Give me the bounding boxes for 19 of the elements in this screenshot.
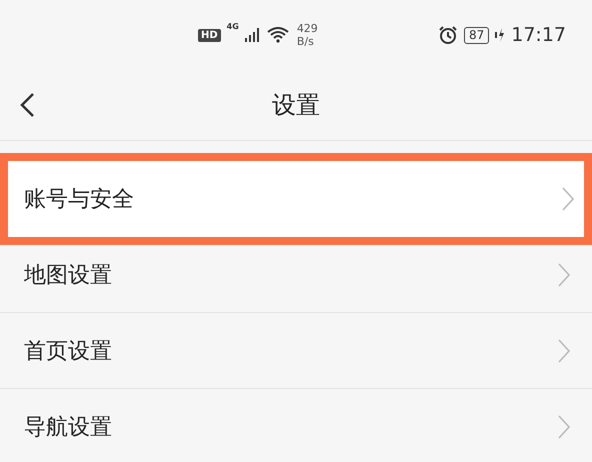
charging-icon [495, 27, 506, 43]
page-title: 设置 [272, 90, 320, 121]
settings-item[interactable]: 首页设置 [0, 313, 592, 389]
chevron-icon [562, 187, 574, 211]
signal-icon [244, 27, 261, 43]
settings-item[interactable]: 账号与安全 [0, 153, 592, 245]
hd-badge: HD [198, 28, 221, 42]
settings-item[interactable]: 地图设置 [0, 237, 592, 313]
wifi-icon [266, 27, 289, 43]
battery-level: 87 [464, 26, 490, 44]
speed-value: 429 [296, 22, 318, 35]
chevron-icon [558, 414, 570, 438]
network-type: 4G [226, 22, 239, 31]
chevron-icon [558, 262, 570, 286]
alarm-icon [438, 25, 458, 45]
clock-time: 17:17 [511, 24, 566, 46]
speed-unit: B/s [296, 35, 315, 48]
chevron-icon [558, 338, 570, 362]
settings-item[interactable]: 导航设置 [0, 389, 592, 462]
